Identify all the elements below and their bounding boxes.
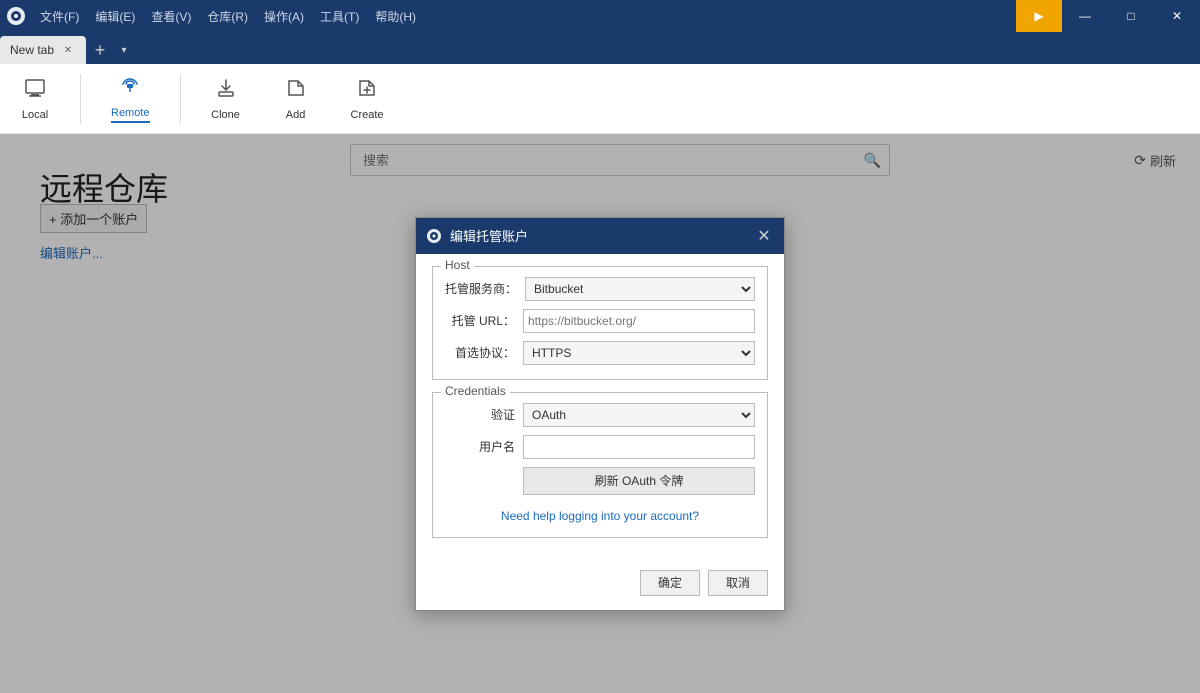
toolbar-clone-label: Clone bbox=[211, 109, 240, 121]
username-input[interactable] bbox=[523, 435, 755, 459]
credentials-legend: Credentials bbox=[441, 384, 510, 398]
toolbar-remote[interactable]: Remote bbox=[101, 69, 160, 129]
dialog-logo-icon bbox=[426, 228, 442, 244]
dialog-close-button[interactable]: ✕ bbox=[754, 226, 774, 246]
dialog-title-area: 编辑托管账户 bbox=[426, 226, 528, 245]
tab-bar: New tab ✕ + ▾ bbox=[0, 32, 1200, 64]
menu-repo[interactable]: 仓库(R) bbox=[199, 0, 256, 32]
hosting-url-input[interactable] bbox=[523, 309, 755, 333]
app-logo bbox=[0, 0, 32, 32]
help-link[interactable]: Need help logging into your account? bbox=[445, 509, 755, 523]
menu-file[interactable]: 文件(F) bbox=[32, 0, 87, 32]
auth-select[interactable]: OAuth 用户名/密码 Bearer 令牌 bbox=[523, 403, 755, 427]
hosting-service-select[interactable]: Bitbucket GitHub GitLab bbox=[525, 277, 755, 301]
auth-label: 验证 bbox=[445, 406, 515, 423]
dialog-title: 编辑托管账户 bbox=[450, 226, 528, 245]
remote-icon bbox=[119, 75, 141, 103]
auth-row: 验证 OAuth 用户名/密码 Bearer 令牌 bbox=[445, 403, 755, 427]
menu-tools[interactable]: 工具(T) bbox=[312, 0, 367, 32]
toolbar-clone[interactable]: Clone bbox=[201, 71, 251, 127]
menu-bar: 文件(F) 编辑(E) 查看(V) 仓库(R) 操作(A) 工具(T) 帮助(H… bbox=[32, 0, 424, 32]
cancel-button[interactable]: 取消 bbox=[708, 570, 768, 596]
main-content: 远程仓库 + 添加一个账户 编辑账户... 🔍 ⟳ 刷新 bbox=[0, 134, 1200, 693]
menu-help[interactable]: 帮助(H) bbox=[367, 0, 424, 32]
toolbar-remote-label: Remote bbox=[111, 107, 150, 123]
protocol-label: 首选协议： bbox=[445, 344, 515, 361]
menu-edit[interactable]: 编辑(E) bbox=[87, 0, 143, 32]
host-fieldset: Host 托管服务商： Bitbucket GitHub GitLab 托管 U… bbox=[432, 266, 768, 380]
toolbar-divider-2 bbox=[180, 74, 181, 124]
local-icon bbox=[24, 77, 46, 105]
menu-action[interactable]: 操作(A) bbox=[256, 0, 312, 32]
dialog-body: Host 托管服务商： Bitbucket GitHub GitLab 托管 U… bbox=[416, 254, 784, 562]
close-button[interactable]: ✕ bbox=[1154, 0, 1200, 32]
dialog-header: 编辑托管账户 ✕ bbox=[416, 218, 784, 254]
toolbar-divider-1 bbox=[80, 74, 81, 124]
ok-button[interactable]: 确定 bbox=[640, 570, 700, 596]
modal-overlay: 编辑托管账户 ✕ Host 托管服务商： Bitbucket GitHub Gi… bbox=[0, 134, 1200, 693]
edit-hosting-dialog: 编辑托管账户 ✕ Host 托管服务商： Bitbucket GitHub Gi… bbox=[415, 217, 785, 611]
minimize-button[interactable]: — bbox=[1062, 0, 1108, 32]
tab-label: New tab bbox=[10, 43, 54, 57]
hosting-url-row: 托管 URL： bbox=[445, 309, 755, 333]
title-bar-right: ▶ — □ ✕ bbox=[1016, 0, 1200, 32]
tab-new[interactable]: New tab ✕ bbox=[0, 36, 86, 64]
clone-icon bbox=[215, 77, 237, 105]
hosting-service-row: 托管服务商： Bitbucket GitHub GitLab bbox=[445, 277, 755, 301]
tab-close-icon[interactable]: ✕ bbox=[60, 42, 76, 58]
toolbar-local[interactable]: Local bbox=[10, 71, 60, 127]
hosting-url-label: 托管 URL： bbox=[445, 312, 515, 329]
toolbar-add[interactable]: Add bbox=[271, 71, 321, 127]
toolbar: Local Remote Clone bbox=[0, 64, 1200, 134]
tab-add-button[interactable]: + bbox=[86, 36, 114, 64]
username-label: 用户名 bbox=[445, 438, 515, 455]
credentials-fieldset: Credentials 验证 OAuth 用户名/密码 Bearer 令牌 用户… bbox=[432, 392, 768, 538]
toolbar-local-label: Local bbox=[22, 109, 48, 121]
tab-dropdown-button[interactable]: ▾ bbox=[114, 36, 134, 64]
menu-view[interactable]: 查看(V) bbox=[143, 0, 199, 32]
hosting-service-label: 托管服务商： bbox=[445, 280, 517, 297]
record-button[interactable]: ▶ bbox=[1016, 0, 1062, 32]
dialog-footer: 确定 取消 bbox=[416, 562, 784, 610]
toolbar-add-label: Add bbox=[286, 109, 306, 121]
refresh-oauth-button[interactable]: 刷新 OAuth 令牌 bbox=[523, 467, 755, 495]
oauth-btn-row: 刷新 OAuth 令牌 bbox=[445, 467, 755, 501]
toolbar-create[interactable]: Create bbox=[341, 71, 394, 127]
toolbar-create-label: Create bbox=[351, 109, 384, 121]
add-icon bbox=[285, 77, 307, 105]
maximize-button[interactable]: □ bbox=[1108, 0, 1154, 32]
host-legend: Host bbox=[441, 258, 474, 272]
title-bar: 文件(F) 编辑(E) 查看(V) 仓库(R) 操作(A) 工具(T) 帮助(H… bbox=[0, 0, 1200, 32]
protocol-select[interactable]: HTTPS SSH bbox=[523, 341, 755, 365]
create-icon bbox=[356, 77, 378, 105]
protocol-row: 首选协议： HTTPS SSH bbox=[445, 341, 755, 365]
title-bar-left: 文件(F) 编辑(E) 查看(V) 仓库(R) 操作(A) 工具(T) 帮助(H… bbox=[0, 0, 424, 32]
username-row: 用户名 bbox=[445, 435, 755, 459]
